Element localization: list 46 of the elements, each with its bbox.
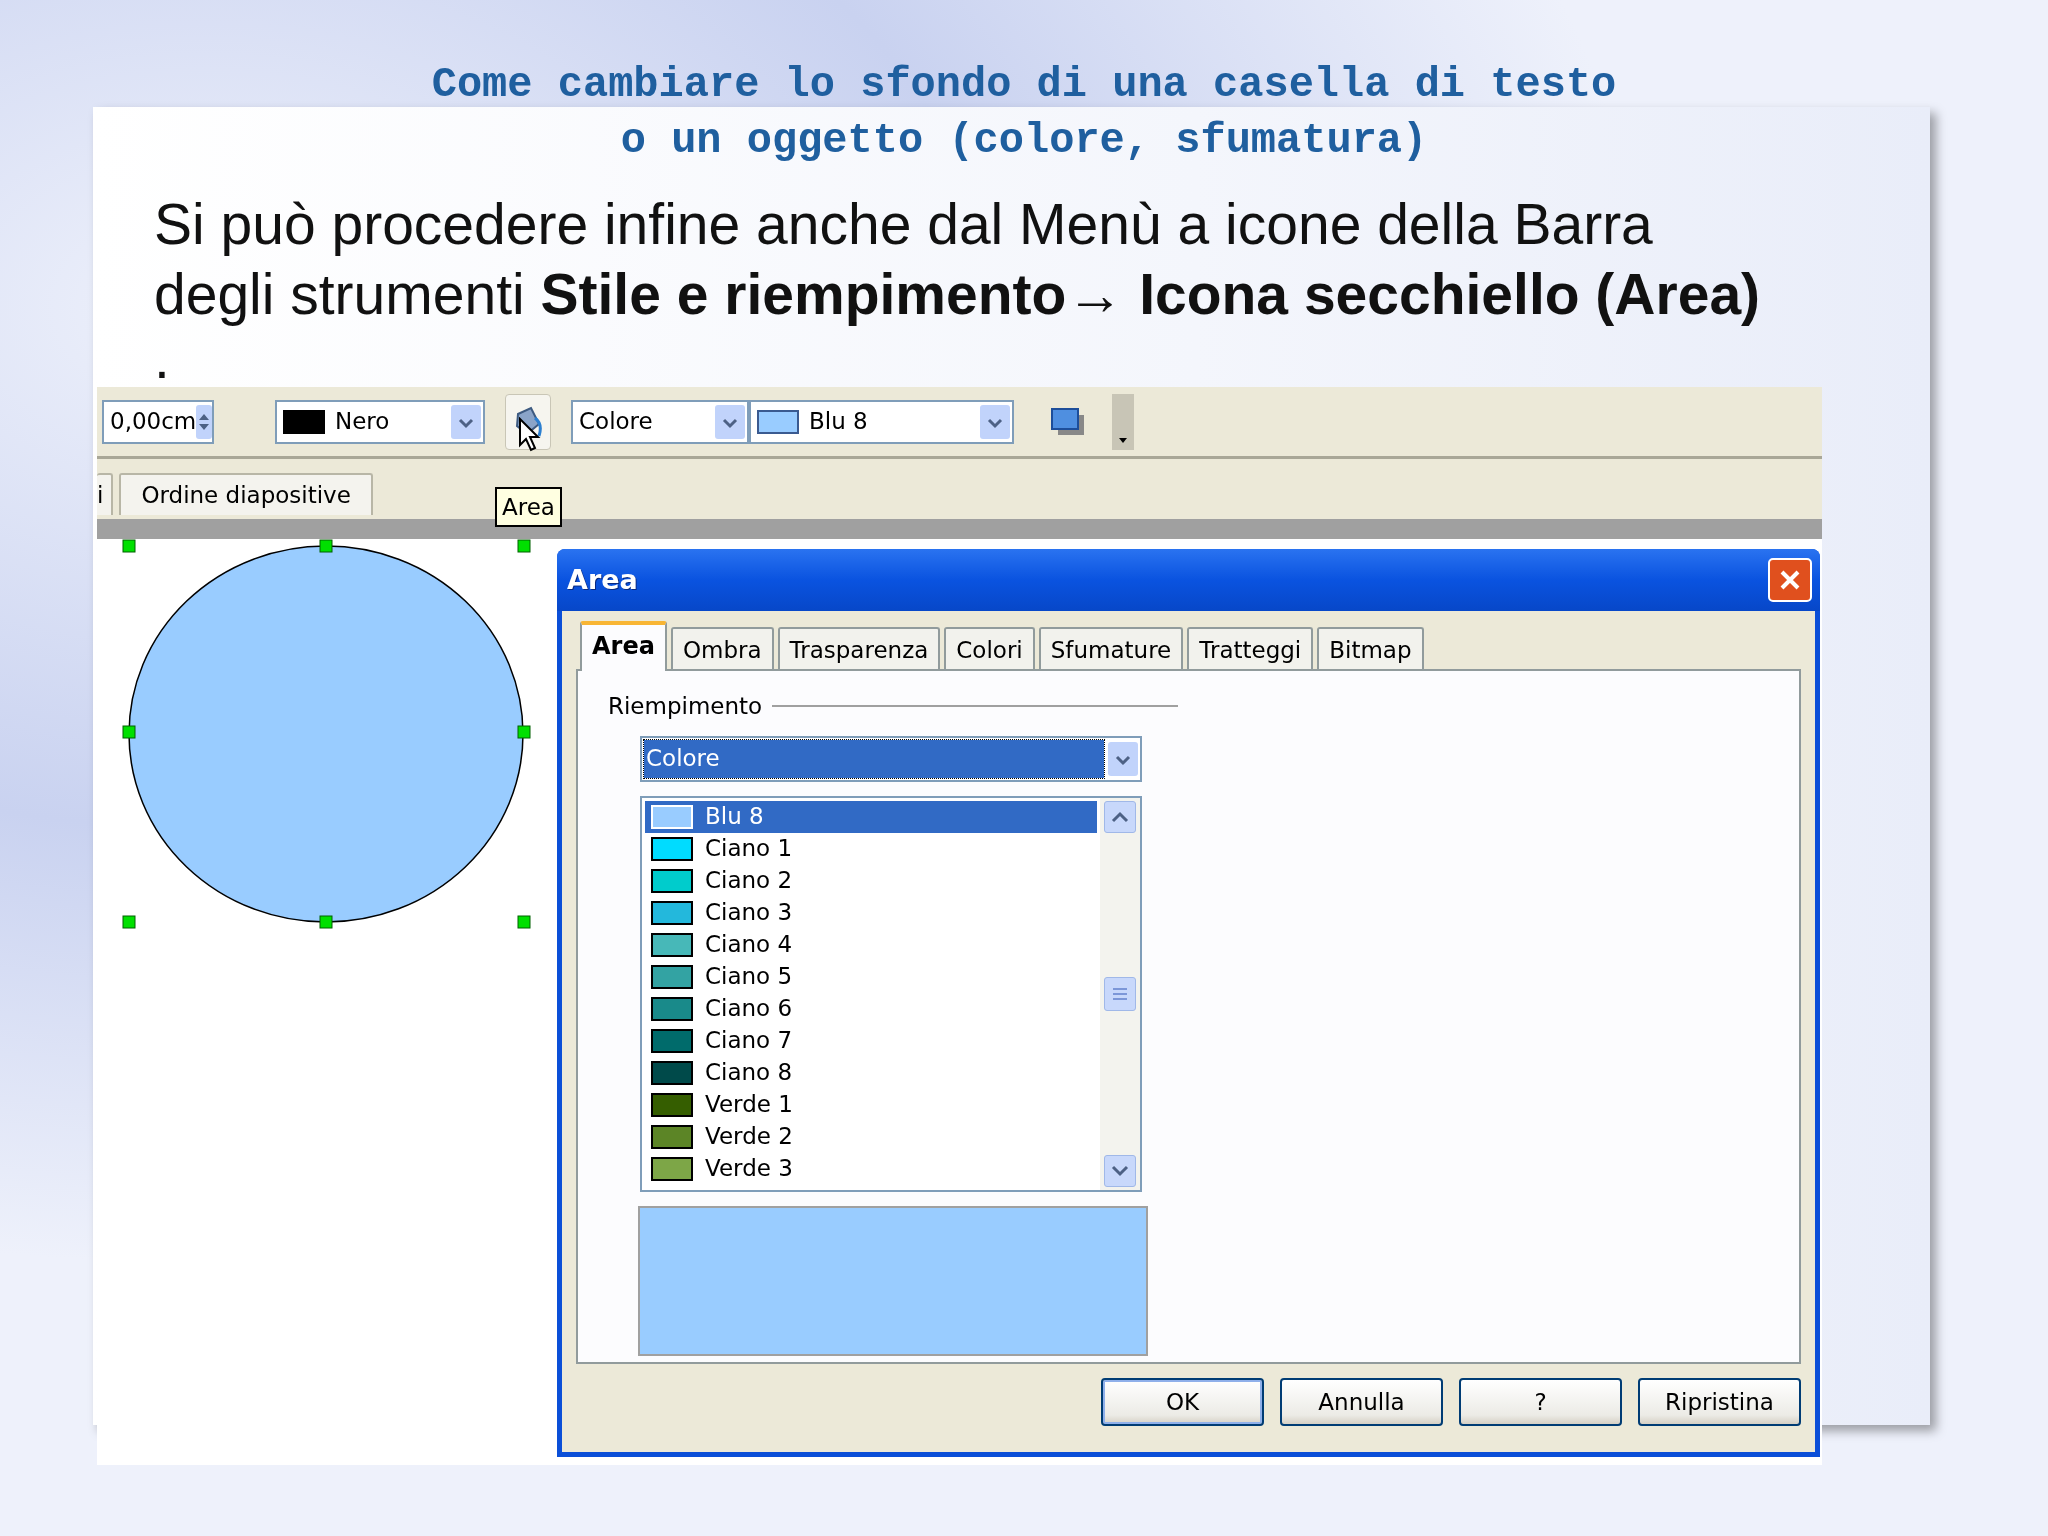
area-button[interactable] (505, 393, 551, 450)
close-button[interactable] (1768, 558, 1812, 602)
mouse-pointer-icon (518, 416, 542, 453)
color-list-item[interactable]: Ciano 2 (645, 864, 1097, 897)
scroll-up-icon[interactable] (1110, 809, 1130, 824)
view-tab[interactable]: i (97, 473, 114, 515)
dialog-title: Area (567, 562, 638, 597)
dialog-tab[interactable]: Colori (944, 627, 1035, 669)
bullet-mark: . (154, 326, 170, 390)
color-list-item[interactable]: Ciano 1 (645, 832, 1097, 865)
dialog-tab[interactable]: Tratteggi (1187, 627, 1314, 669)
dialog-button[interactable]: Annulla (1280, 1378, 1443, 1426)
dialog-tab[interactable]: Bitmap (1317, 627, 1424, 669)
dialog-tab[interactable]: Ombra (670, 627, 774, 669)
scrollbar[interactable] (1100, 797, 1140, 1190)
dialog-button[interactable]: OK (1101, 1378, 1264, 1426)
slide-title-line: Come cambiare lo sfondo di una casella di testo (431, 61, 1617, 109)
dialog-tab[interactable]: Area (580, 621, 667, 671)
fill-type-select[interactable]: Colore (640, 735, 1142, 782)
dialog-button[interactable]: ? (1459, 1378, 1622, 1426)
scroll-thumb-grip-icon[interactable] (1112, 986, 1128, 1001)
color-list-item[interactable]: Ciano 4 (645, 928, 1097, 961)
dialog-tab[interactable]: Trasparenza (777, 627, 941, 669)
color-list-item[interactable]: Verde 2 (645, 1120, 1097, 1153)
color-list-item[interactable]: Ciano 3 (645, 896, 1097, 929)
shadow-icon[interactable] (1050, 406, 1086, 437)
color-list-item[interactable]: Blu 8 (645, 800, 1097, 833)
view-tab[interactable]: Ordine diapositive (119, 473, 373, 515)
fill-type-dropdown[interactable]: Colore (571, 399, 749, 444)
color-list-item[interactable]: Verde 3 (645, 1152, 1097, 1185)
color-list-item[interactable]: Ciano 6 (645, 992, 1097, 1025)
slide-title-line: o un oggetto (colore, sfumatura) (620, 117, 1428, 165)
color-list-item[interactable]: Ciano 5 (645, 960, 1097, 993)
line-width-field[interactable]: 0,00cm (102, 399, 214, 444)
group-label: Riempimento (608, 692, 763, 721)
close-icon (1778, 568, 1802, 592)
tooltip: Area (495, 487, 562, 527)
slide-body-text: Si può procedere infine anche dal Menù a icone della Barra degli strumenti Stile e riempimento→ Icona secchiello (Area) (154, 191, 1762, 328)
dialog-button[interactable]: Ripristina (1638, 1378, 1801, 1426)
color-list-item[interactable]: Ciano 8 (645, 1056, 1097, 1089)
color-list-item[interactable]: Ciano 7 (645, 1024, 1097, 1057)
fill-color-dropdown[interactable]: Blu 8 (749, 399, 1014, 444)
line-color-dropdown[interactable]: Nero (275, 399, 485, 444)
dialog-tab[interactable]: Sfumature (1038, 627, 1184, 669)
scroll-down-icon[interactable] (1110, 1163, 1130, 1178)
color-list-item[interactable]: Verde 1 (645, 1088, 1097, 1121)
